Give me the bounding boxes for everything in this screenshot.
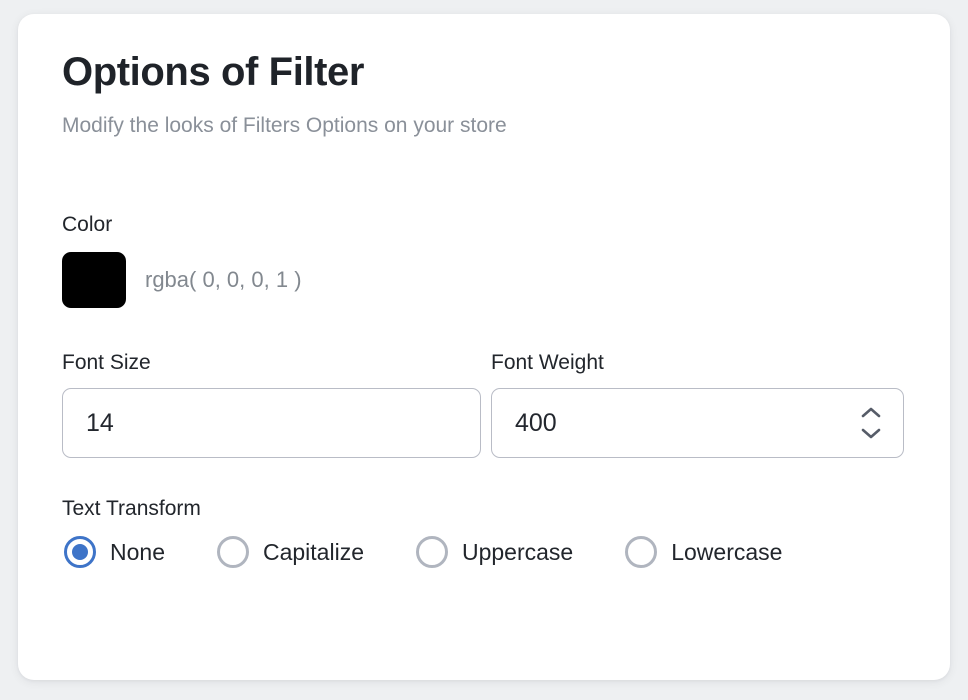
radio-icon-unselected[interactable] — [415, 536, 448, 568]
radio-label-uppercase: Uppercase — [461, 539, 574, 565]
font-size-field-group: Font Size 14 — [62, 350, 481, 458]
color-value-text: rgba( 0, 0, 0, 1 ) — [145, 267, 302, 292]
radio-label-lowercase: Lowercase — [671, 539, 783, 565]
chevron-down-icon[interactable] — [861, 427, 881, 440]
color-row: rgba( 0, 0, 0, 1 ) — [62, 252, 920, 308]
radio-option-none[interactable]: None — [64, 536, 165, 568]
chevron-up-down-icon[interactable] — [861, 406, 881, 440]
radio-icon-unselected[interactable] — [625, 536, 658, 568]
color-field-group: Color rgba( 0, 0, 0, 1 ) — [62, 212, 920, 308]
options-of-filter-card: Options of Filter Modify the looks of Fi… — [18, 14, 950, 680]
font-size-input[interactable]: 14 — [62, 388, 481, 458]
radio-option-capitalize[interactable]: Capitalize — [216, 536, 364, 568]
font-fields-row: Font Size 14 Font Weight 400 — [62, 350, 920, 458]
text-transform-radio-group: None Capitalize Uppercase Lowercase — [62, 536, 920, 568]
radio-label-none: None — [110, 539, 165, 565]
text-transform-label: Text Transform — [62, 497, 201, 520]
radio-option-lowercase[interactable]: Lowercase — [625, 536, 782, 568]
font-weight-field-group: Font Weight 400 — [491, 350, 904, 458]
radio-option-uppercase[interactable]: Uppercase — [415, 536, 574, 568]
card-content: Options of Filter Modify the looks of Fi… — [62, 48, 920, 568]
radio-icon-selected[interactable] — [64, 536, 96, 568]
color-label: Color — [62, 213, 113, 236]
text-transform-field-group: Text Transform None Capitalize Uppercase — [62, 496, 920, 568]
font-weight-label: Font Weight — [491, 351, 604, 374]
font-weight-input[interactable]: 400 — [491, 388, 904, 458]
field-gap — [481, 350, 491, 458]
font-size-value: 14 — [86, 409, 114, 437]
page-title: Options of Filter — [62, 50, 365, 94]
color-swatch[interactable] — [62, 252, 126, 308]
font-weight-value: 400 — [515, 409, 557, 437]
font-size-label: Font Size — [62, 351, 151, 374]
radio-icon-unselected[interactable] — [216, 536, 249, 568]
page-subtitle: Modify the looks of Filters Options on y… — [62, 114, 507, 137]
radio-label-capitalize: Capitalize — [262, 539, 364, 565]
chevron-up-icon[interactable] — [861, 406, 881, 419]
